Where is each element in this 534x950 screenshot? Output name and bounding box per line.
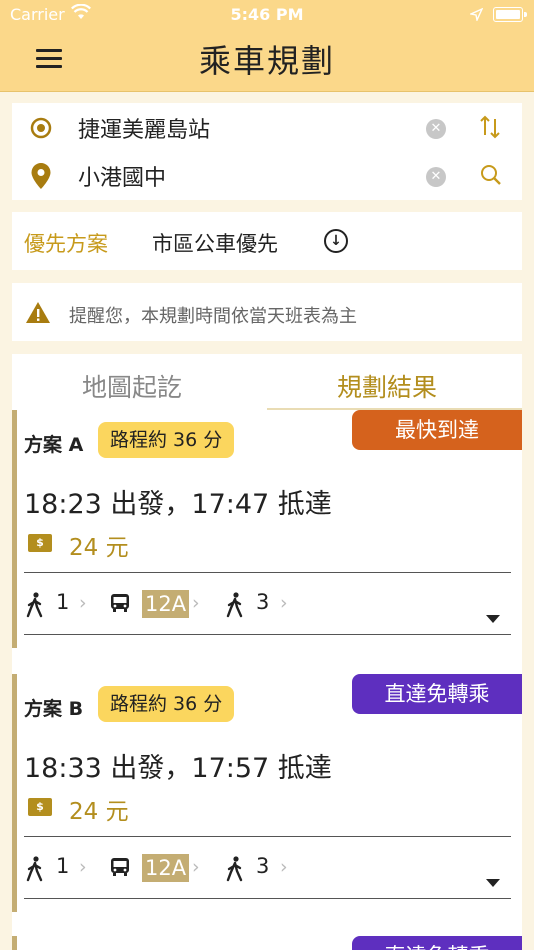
- duration-badge: 路程約 36 分: [98, 422, 235, 458]
- origin-destination-card: 捷運美麗島站 ✕ 小港國中 ✕: [12, 103, 522, 200]
- fare-amount: 24 元: [69, 535, 129, 561]
- fare-ticket-icon: $: [28, 534, 52, 552]
- walk-minutes: 1: [56, 590, 70, 614]
- route-number-chip: 12A: [142, 854, 190, 882]
- plan-name: 方案 B: [24, 698, 84, 720]
- preference-label: 優先方案: [24, 232, 108, 256]
- duration-badge: 路程約 36 分: [98, 686, 235, 722]
- direct-badge: 直達免轉乘: [352, 936, 522, 950]
- fare-amount: 24 元: [69, 799, 129, 825]
- depart-arrive-times: 18:33 出發，17:57 抵達: [24, 753, 332, 784]
- tab-results[interactable]: 規劃結果: [337, 368, 437, 404]
- preference-card[interactable]: 優先方案 市區公車優先 ↓: [12, 212, 522, 270]
- route-number-chip: 12A: [142, 590, 190, 618]
- chevron-right-icon: ›: [192, 856, 200, 878]
- swap-arrows-icon[interactable]: [480, 115, 500, 145]
- warning-icon: [25, 301, 51, 328]
- clear-origin-icon[interactable]: ✕: [426, 119, 446, 139]
- walk-minutes: 3: [256, 854, 270, 878]
- destination-row[interactable]: 小港國中 ✕: [12, 151, 522, 199]
- walk-minutes: 3: [256, 590, 270, 614]
- clock: 5:46 PM: [230, 5, 304, 24]
- depart-arrive-times: 18:23 出發，17:47 抵達: [24, 489, 332, 520]
- fare-ticket-icon: $: [28, 798, 52, 816]
- battery-icon: [493, 7, 527, 22]
- origin-target-icon: [30, 117, 52, 143]
- expand-caret-icon[interactable]: [486, 615, 500, 623]
- download-circle-icon[interactable]: ↓: [324, 229, 348, 253]
- destination-input[interactable]: 小港國中: [78, 160, 166, 192]
- page-title: 乘車規劃: [198, 42, 335, 80]
- preference-value[interactable]: 市區公車優先: [152, 228, 278, 258]
- route-plan-c[interactable]: 直達免轉乘: [12, 936, 522, 950]
- expand-caret-icon[interactable]: [486, 879, 500, 887]
- chevron-right-icon: ›: [280, 856, 288, 878]
- chevron-right-icon: ›: [192, 592, 200, 614]
- chevron-right-icon: ›: [280, 592, 288, 614]
- notice-text: 提醒您，本規劃時間依當天班表為主: [69, 306, 357, 327]
- plan-name: 方案 A: [24, 434, 84, 456]
- notice-card: 提醒您，本規劃時間依當天班表為主: [12, 283, 522, 341]
- fastest-badge: 最快到達: [352, 410, 522, 450]
- top-bar: Carrier 5:46 PM 乘車規劃: [0, 0, 534, 92]
- tab-map-endpoints[interactable]: 地圖起訖: [82, 368, 182, 404]
- status-bar: Carrier 5:46 PM: [0, 0, 534, 30]
- origin-row[interactable]: 捷運美麗島站 ✕: [12, 103, 522, 151]
- origin-input[interactable]: 捷運美麗島站: [78, 112, 210, 144]
- chevron-right-icon: ›: [79, 856, 87, 878]
- walk-minutes: 1: [56, 854, 70, 878]
- map-pin-icon: [30, 162, 52, 194]
- location-arrow-icon: [468, 6, 484, 25]
- route-plan-a[interactable]: 方案 A 路程約 36 分 最快到達 18:23 出發，17:47 抵達 $ 2…: [12, 410, 522, 648]
- chevron-right-icon: ›: [79, 592, 87, 614]
- route-plan-b[interactable]: 方案 B 路程約 36 分 直達免轉乘 18:33 出發，17:57 抵達 $ …: [12, 674, 522, 912]
- search-icon[interactable]: [480, 164, 502, 192]
- clear-destination-icon[interactable]: ✕: [426, 167, 446, 187]
- direct-badge: 直達免轉乘: [352, 674, 522, 714]
